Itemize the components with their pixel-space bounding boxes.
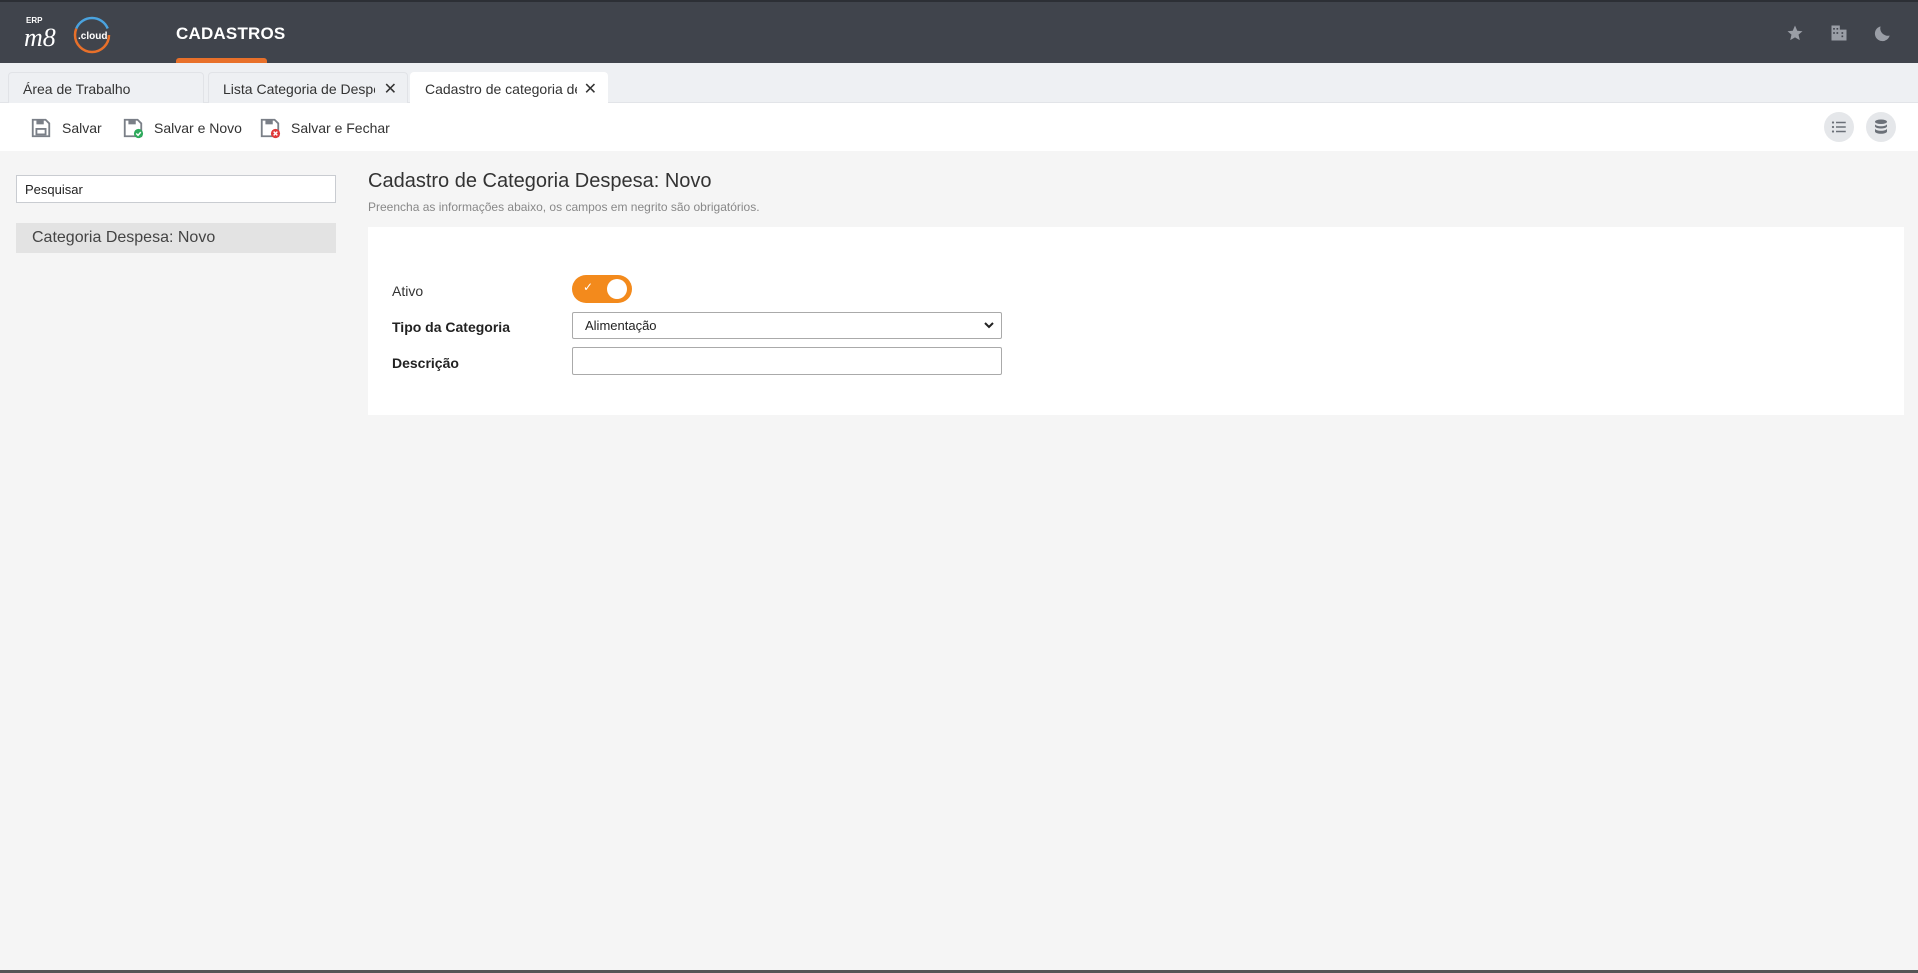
sidebar-item-categoria-despesa-novo[interactable]: Categoria Despesa: Novo [16,223,336,253]
logo-m8-text: m8 [24,23,56,52]
m8-cloud-logo[interactable]: ERP m8 .cloud [24,14,114,54]
tab-cadastro-categoria[interactable]: Cadastro de categoria de despesa ✕ [410,72,608,103]
search-input[interactable] [16,175,336,203]
form-card: Ativo ✓ Tipo da Categoria Alimentação De… [368,227,1904,415]
logo-cloud-text: .cloud [78,31,107,42]
floppy-disk-icon [31,118,51,138]
tab-area-de-trabalho[interactable]: Área de Trabalho [8,72,204,103]
toggle-knob [607,279,627,299]
save-and-close-label: Salvar e Fechar [291,120,390,136]
save-and-new-label: Salvar e Novo [154,120,242,136]
tab-lista-categoria[interactable]: Lista Categoria de Despesa ✕ [208,72,408,103]
tabs-bar: Área de Trabalho Lista Categoria de Desp… [0,63,1918,103]
moon-icon[interactable] [1872,22,1894,44]
floppy-disk-check-icon [123,118,144,139]
descricao-input[interactable] [572,347,1002,375]
descricao-label: Descrição [392,355,459,371]
save-and-new-button[interactable]: Salvar e Novo [122,117,242,139]
tipo-categoria-value: Alimentação [585,318,657,333]
chevron-down-icon [984,322,994,329]
ativo-toggle[interactable]: ✓ [572,275,632,303]
check-icon: ✓ [583,280,594,294]
top-header: ERP m8 .cloud CADASTROS [0,0,1918,63]
list-view-button[interactable] [1824,112,1854,142]
star-icon[interactable] [1784,22,1806,44]
database-button[interactable] [1866,112,1896,142]
tipo-categoria-label: Tipo da Categoria [392,319,510,335]
save-and-close-button[interactable]: Salvar e Fechar [259,117,390,139]
save-button[interactable]: Salvar [30,117,102,139]
header-icons [1784,22,1894,44]
floppy-disk-close-icon [260,118,281,139]
action-toolbar: Salvar Salvar e Novo Salvar e Fechar [0,103,1918,151]
menu-cadastros[interactable]: CADASTROS [176,24,285,44]
database-icon [1875,119,1887,134]
close-icon[interactable]: ✕ [584,79,597,99]
tab-label: Cadastro de categoria de despesa [425,81,577,97]
building-icon[interactable] [1828,22,1850,44]
ativo-label: Ativo [392,283,424,299]
tab-label: Área de Trabalho [23,81,131,97]
save-label: Salvar [62,120,102,136]
tab-label: Lista Categoria de Despesa [223,81,375,97]
list-icon [1831,121,1846,133]
tipo-categoria-select[interactable]: Alimentação [572,312,1002,339]
close-icon[interactable]: ✕ [384,79,397,99]
page-subtitle: Preencha as informações abaixo, os campo… [368,200,760,214]
page-title: Cadastro de Categoria Despesa: Novo [368,170,712,192]
